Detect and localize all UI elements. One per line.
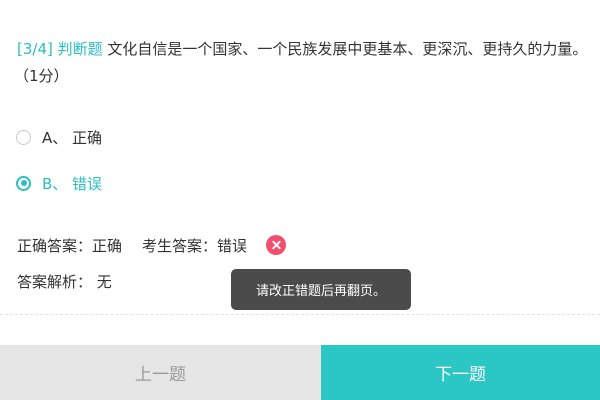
radio-unchecked-icon[interactable] bbox=[16, 129, 31, 145]
radio-checked-icon[interactable] bbox=[16, 175, 31, 191]
user-answer-label: 考生答案： bbox=[142, 236, 218, 255]
analysis-label: 答案解析： bbox=[17, 273, 93, 291]
answer-analysis: 答案解析： 无 bbox=[17, 270, 112, 294]
answer-result-row: 正确答案： 正确 考生答案： 错误 bbox=[17, 233, 287, 257]
toast-message: 请改正错题后再翻页。 bbox=[231, 269, 411, 310]
analysis-value: 无 bbox=[96, 273, 112, 291]
option-b-label: B、 错误 bbox=[42, 174, 103, 193]
option-a[interactable]: A、 正确 bbox=[16, 126, 102, 148]
prev-question-button[interactable]: 上一题 bbox=[0, 345, 321, 400]
option-b[interactable]: B、 错误 bbox=[16, 172, 102, 194]
option-a-label: A、 正确 bbox=[42, 128, 103, 147]
question-text: 文化自信是一个国家、一个民族发展中更基本、更深沉、更持久的力量。 bbox=[107, 40, 588, 58]
divider bbox=[0, 314, 600, 315]
wrong-icon bbox=[266, 235, 287, 255]
quiz-page: [3/4] 判断题 文化自信是一个国家、一个民族发展中更基本、更深沉、更持久的力… bbox=[0, 0, 600, 400]
question-tag: [3/4] 判断题 bbox=[17, 40, 103, 58]
correct-answer-label: 正确答案： bbox=[17, 236, 93, 255]
next-question-button[interactable]: 下一题 bbox=[321, 345, 600, 400]
footer-nav: 上一题 下一题 bbox=[0, 345, 600, 400]
question-score: （1分） bbox=[14, 67, 69, 85]
user-answer-value: 错误 bbox=[217, 236, 248, 255]
correct-answer-value: 正确 bbox=[92, 236, 123, 255]
question-title: [3/4] 判断题 文化自信是一个国家、一个民族发展中更基本、更深沉、更持久的力… bbox=[17, 36, 600, 62]
